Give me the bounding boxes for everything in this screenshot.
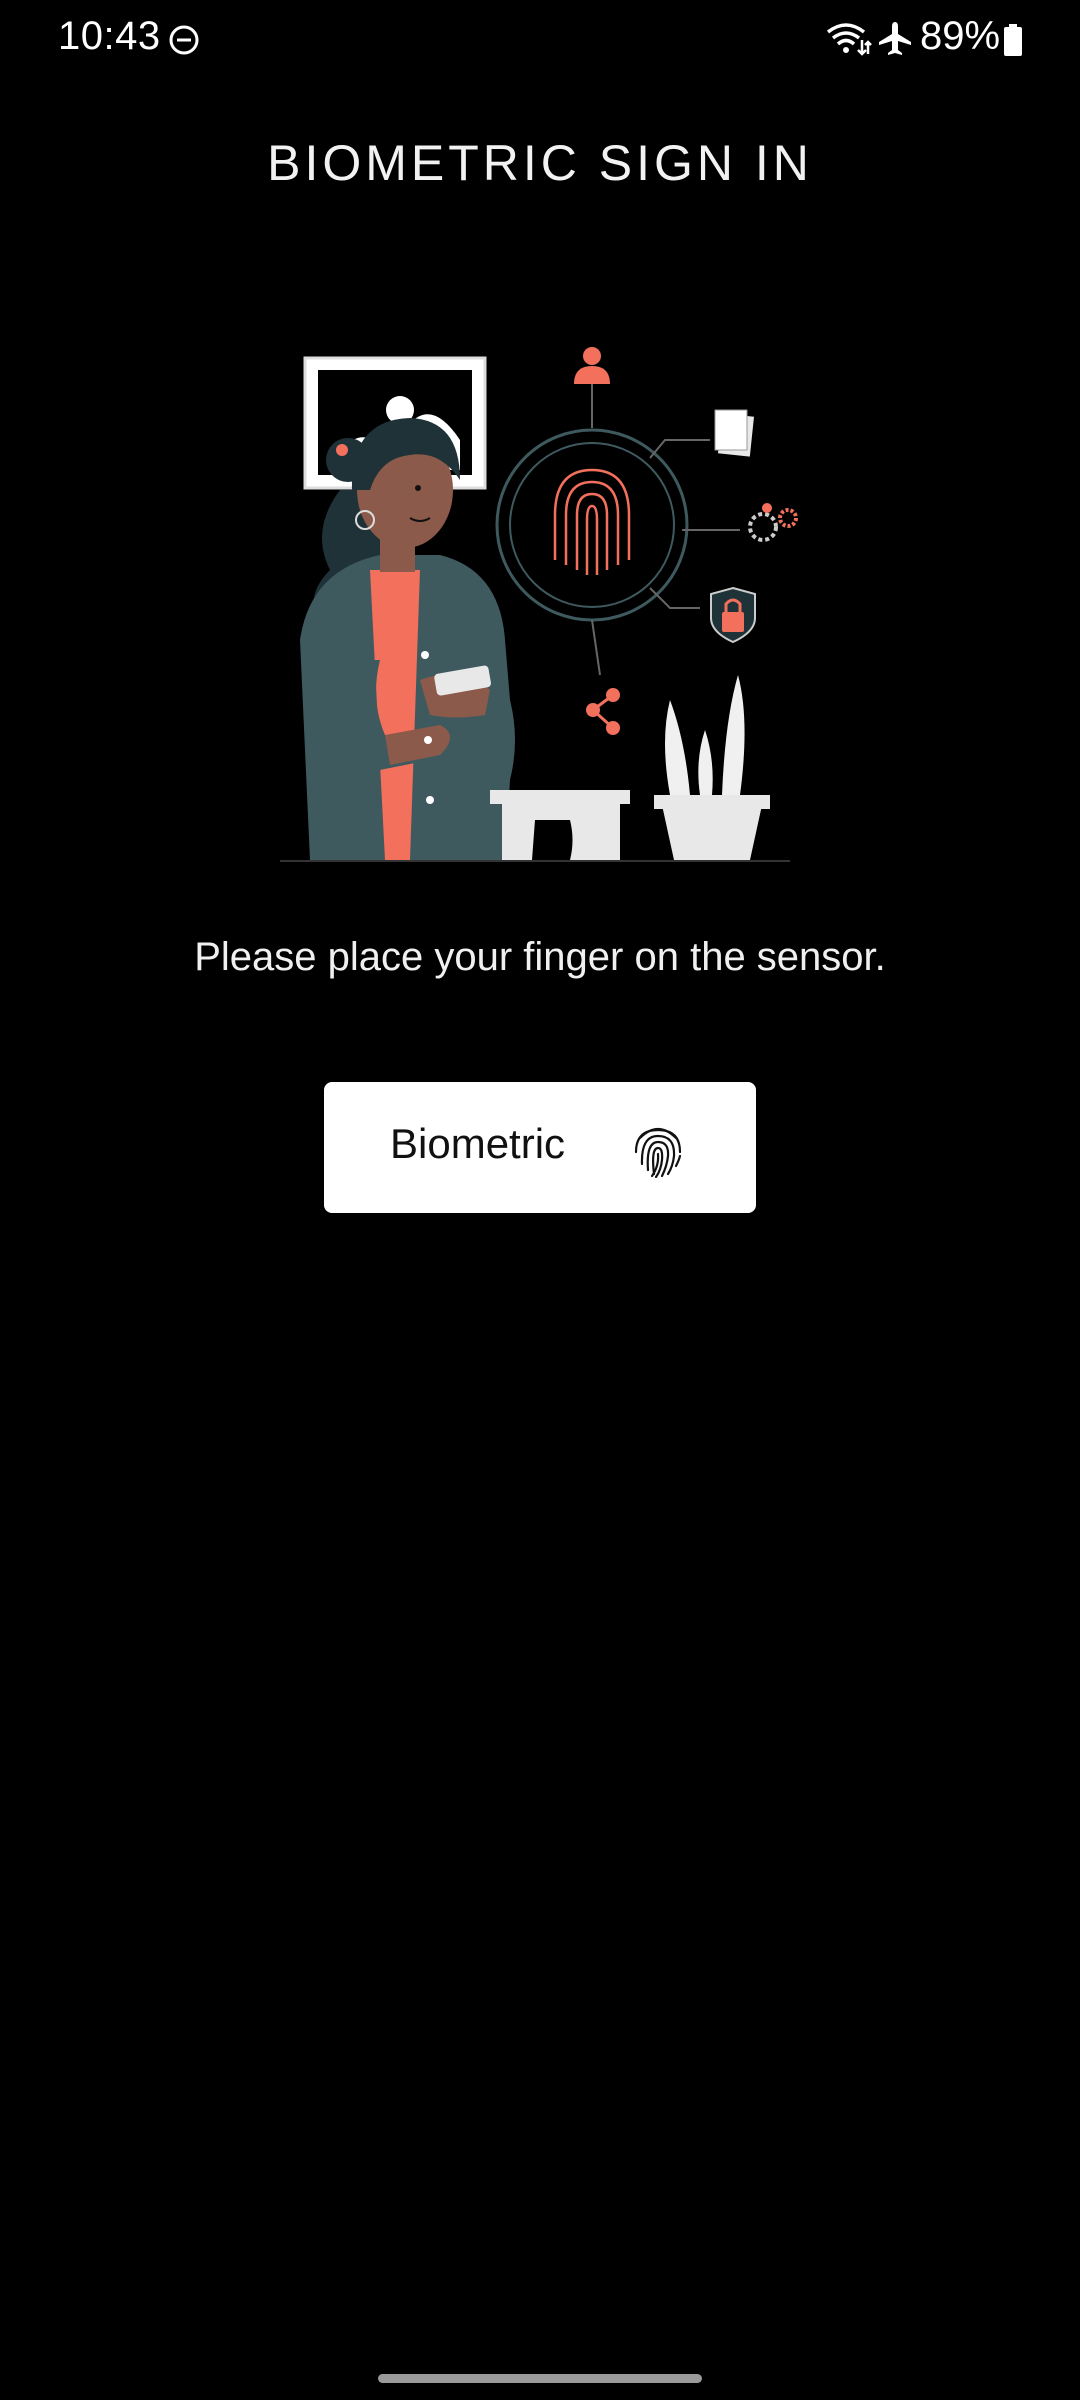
wifi-icon — [826, 23, 872, 56]
biometric-button[interactable]: Biometric — [324, 1082, 756, 1213]
page-title: BIOMETRIC SIGN IN — [267, 135, 813, 191]
home-indicator[interactable] — [378, 2374, 702, 2383]
biometric-button-label: Biometric — [390, 1120, 566, 1167]
battery-percentage: 89% — [920, 14, 1001, 58]
dnd-icon — [169, 25, 199, 55]
airplane-icon — [879, 22, 911, 55]
biometric-illustration — [280, 347, 798, 862]
instruction-text: Please place your finger on the sensor. — [194, 935, 886, 979]
battery-icon — [1004, 24, 1022, 56]
fingerprint-icon — [634, 1127, 682, 1178]
status-bar: 10:43 89% — [0, 0, 1080, 80]
status-time: 10:43 — [58, 14, 161, 58]
